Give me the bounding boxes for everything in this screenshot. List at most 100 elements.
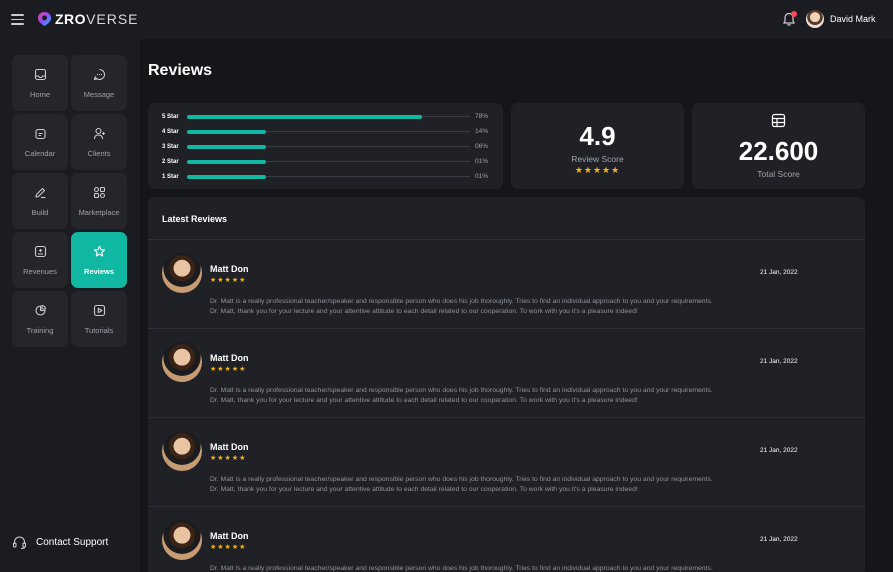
sidebar-item-label: Message [83,89,115,99]
sidebar-item-label: Marketplace [78,207,120,217]
avatar [162,253,202,293]
rating-row: 4 Star 14% [162,127,492,136]
user-menu[interactable]: David Mark [806,10,876,28]
review-item: Matt Don ★★★★★ 21 Jan, 2022 Dr. Matt is … [148,507,865,572]
rating-label: 3 Star [162,143,179,150]
sidebar-item-label: Tutorials [84,325,114,335]
latest-reviews-card: Latest Reviews Matt Don ★★★★★ 21 Jan, 20… [148,197,865,572]
headset-icon [12,536,27,550]
rating-bar [187,114,422,119]
rating-label: 4 Star [162,128,179,135]
rating-percent: 01% [475,173,489,180]
review-score-label: Review Score [571,154,624,164]
logo-mark-icon [37,11,52,27]
logo-primary-text: ZRO [55,11,87,27]
review-text-line: Dr. Matt, thank you for your lecture and… [210,397,638,404]
latest-reviews-heading: Latest Reviews [162,214,228,224]
contact-support-label: Contact Support [36,537,109,548]
rating-bar [187,129,266,134]
sidebar-item-home[interactable]: Home [12,55,68,111]
review-text-line: Dr. Matt is a really professional teache… [210,565,713,572]
avatar [806,10,824,28]
page-title: Reviews [148,62,213,79]
user-name: David Mark [830,14,876,24]
rating-row: 3 Star 06% [162,142,492,151]
sidebar-item-calendar[interactable]: Calendar [12,114,68,170]
review-text-line: Dr. Matt, thank you for your lecture and… [210,308,638,315]
sidebar-item-label: Home [29,89,50,99]
rating-label: 2 Star [162,158,179,165]
review-score-stars: ★★★★★ [574,165,621,175]
total-score-card: 22.600 Total Score [692,103,865,189]
sidebar-item-label: Clients [87,148,111,158]
calendar-icon [34,128,46,139]
notification-dot [791,11,797,17]
sidebar-item-label: Build [31,207,49,217]
table-icon [771,113,786,128]
reviewer-name: Matt Don [210,353,249,363]
reviewer-name: Matt Don [210,264,249,274]
top-bar: ZROVERSE David Mark [0,0,893,39]
sidebar-item-label: Revenues [23,266,57,276]
sidebar-item-label: Training [26,325,54,335]
total-score-label: Total Score [757,169,800,179]
rating-row: 2 Star 01% [162,157,492,166]
rating-percent: 14% [475,128,489,135]
grid-icon [93,186,105,198]
rating-label: 1 Star [162,173,179,180]
chat-icon [93,68,105,80]
hamburger-menu-icon[interactable] [11,14,24,25]
sidebar-item-clients[interactable]: Clients [71,114,127,170]
pie-icon [34,304,46,316]
total-score-value: 22.600 [738,136,819,166]
rating-percent: 01% [475,158,489,165]
reviewer-name: Matt Don [210,442,249,452]
sidebar-item-training[interactable]: Training [12,291,68,347]
notification-bell-icon[interactable] [782,11,797,27]
reviewer-name: Matt Don [210,531,249,541]
sidebar-item-label: Reviews [83,266,115,276]
rating-label: 5 Star [162,113,179,120]
review-score-card: 4.9 Review Score ★★★★★ [511,103,684,189]
inbox-icon [34,68,46,80]
sidebar: Home Message Calendar Clients Build Mark… [0,39,140,572]
review-item: Matt Don ★★★★★ 21 Jan, 2022 Dr. Matt is … [148,418,865,507]
rating-bar [187,144,266,149]
review-date: 21 Jan, 2022 [760,536,798,543]
review-stars: ★★★★★ [210,544,247,551]
review-text-line: Dr. Matt is a really professional teache… [210,298,713,305]
rating-percent: 06% [475,143,489,150]
sidebar-item-message[interactable]: Message [71,55,127,111]
review-text-line: Dr. Matt is a really professional teache… [210,476,713,483]
avatar [162,520,202,560]
logo[interactable]: ZROVERSE [37,11,139,27]
review-date: 21 Jan, 2022 [760,269,798,276]
rating-bar [187,174,266,179]
rating-row: 5 Star 78% [162,112,492,121]
sidebar-item-reviews[interactable]: Reviews [71,232,127,288]
user-add-icon [93,127,105,139]
pencil-icon [34,187,45,198]
sidebar-item-build[interactable]: Build [12,173,68,229]
play-icon [93,304,105,316]
contact-support-button[interactable]: Contact Support [12,535,108,550]
sidebar-item-label: Calendar [24,148,56,158]
review-date: 21 Jan, 2022 [760,447,798,454]
review-stars: ★★★★★ [210,455,247,462]
sidebar-item-tutorials[interactable]: Tutorials [71,291,127,347]
dollar-icon [34,245,46,257]
review-item: Matt Don ★★★★★ 21 Jan, 2022 Dr. Matt is … [148,240,865,329]
review-text-line: Dr. Matt, thank you for your lecture and… [210,486,638,493]
sidebar-item-revenues[interactable]: Revenues [12,232,68,288]
rating-row: 1 Star 01% [162,172,492,181]
review-score-value: 4.9 [579,121,616,151]
rating-distribution-card: 5 Star 78% 4 Star 14% 3 Star 06% 2 Star … [148,103,503,189]
review-stars: ★★★★★ [210,277,247,284]
review-item: Matt Don ★★★★★ 21 Jan, 2022 Dr. Matt is … [148,329,865,418]
sidebar-item-marketplace[interactable]: Marketplace [71,173,127,229]
rating-percent: 78% [475,113,489,120]
review-stars: ★★★★★ [210,366,247,373]
rating-bar [187,159,266,164]
logo-secondary-text: VERSE [86,11,139,27]
review-text-line: Dr. Matt is a really professional teache… [210,387,713,394]
